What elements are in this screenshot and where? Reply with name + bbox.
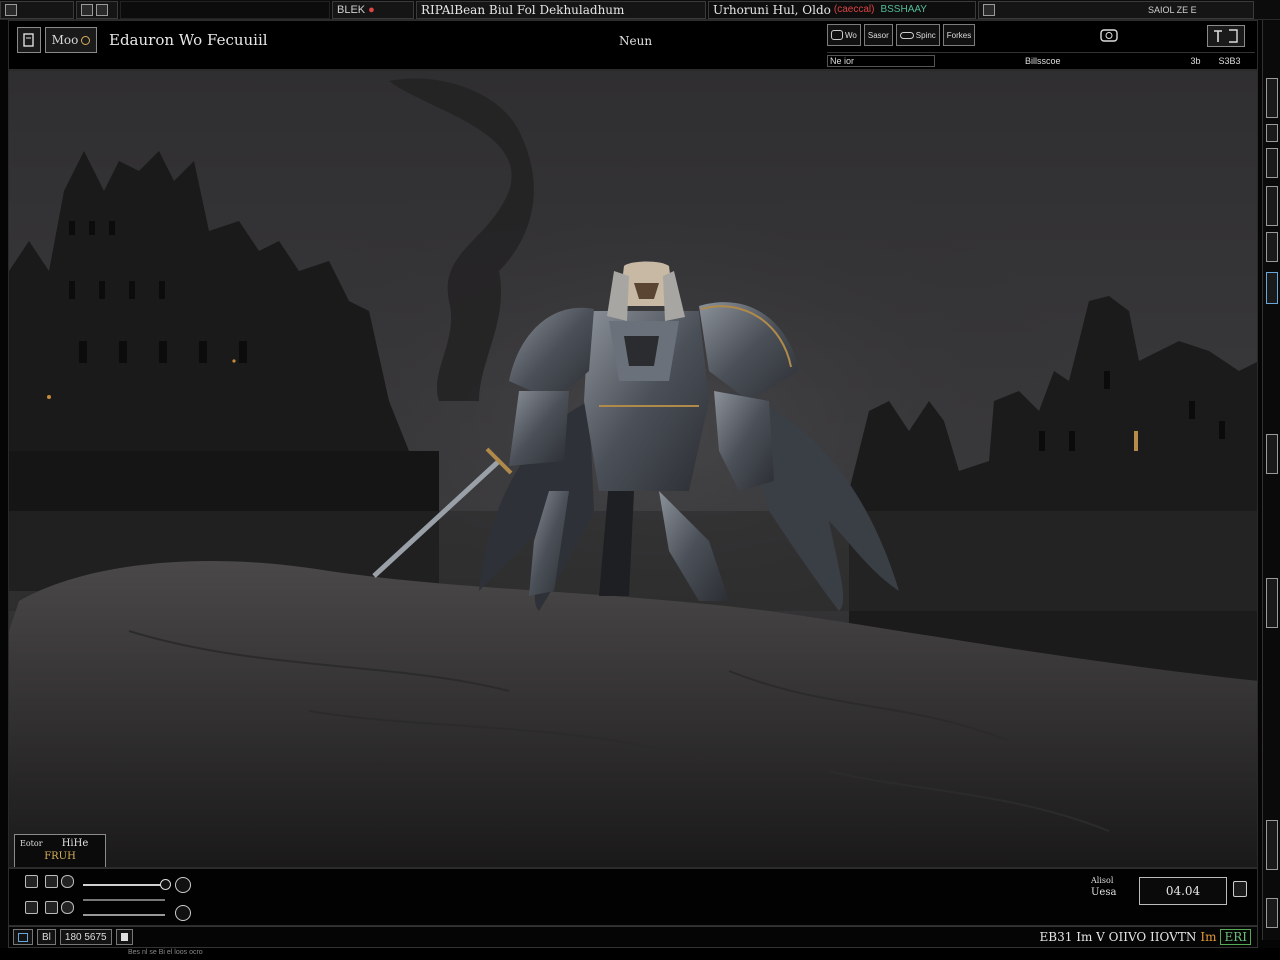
layer-toggle-4[interactable]: [25, 901, 38, 914]
window-red-tag: (caeccal): [833, 4, 875, 15]
os-taskbar: BLEK ● RIPAlBean Biul Fol Dekhuladhum Ur…: [0, 0, 1280, 20]
tool-label: Spinc: [915, 30, 936, 40]
exposure-slider[interactable]: [83, 879, 171, 890]
footer-text: Bes nl se Bi el loos ocro: [128, 949, 203, 956]
path-label: BLEK: [337, 3, 366, 16]
rail-button-9[interactable]: [1266, 820, 1278, 870]
tab-title: RIPAlBean Biul Fol Dekhuladhum: [421, 2, 625, 17]
footer-strip: Bes nl se Bi el loos ocro: [0, 948, 1280, 960]
rail-button-7[interactable]: [1266, 434, 1278, 474]
window-icon: [5, 3, 17, 16]
badge-main-label: HiHe: [61, 838, 89, 849]
tool-label: Forkes: [946, 30, 972, 40]
window-title: Urhoruni Hul, Oldo: [713, 2, 831, 17]
search-field[interactable]: Ne ior: [827, 54, 935, 67]
status-right-text: EB31 Im V OIIVO IIOVTN: [1039, 930, 1197, 944]
status-orange-tag[interactable]: Im: [1200, 930, 1216, 944]
link-icon: [899, 31, 914, 39]
header-subbar: Ne ior Billsscoe 3b S3B3: [827, 52, 1255, 68]
status-right-group: EB31 Im V OIIVO IIOVTN Im ERI: [1040, 929, 1251, 945]
playback-controls: Alisol Uesa 04.04: [8, 868, 1258, 926]
capture-button[interactable]: [1099, 25, 1119, 45]
logo-button[interactable]: Moo: [45, 27, 97, 53]
os-right-segment[interactable]: SAIOL ZE E: [978, 0, 1254, 19]
os-left-segment[interactable]: [0, 0, 74, 19]
document-icon: [23, 33, 34, 47]
os-gap: [120, 0, 330, 19]
tool-button-2[interactable]: Sasor: [863, 24, 893, 46]
status-menu-button[interactable]: [13, 929, 33, 945]
rail-button-1[interactable]: [1266, 78, 1278, 118]
window-title-segment[interactable]: Urhoruni Hul, Oldo (caeccal) BSSHAAY: [708, 0, 976, 19]
readout-label-top: Alisol: [1091, 876, 1114, 885]
status-item-a[interactable]: Bl: [37, 929, 56, 945]
tool-button-4[interactable]: Forkes: [942, 24, 976, 46]
rail-button-6[interactable]: [1266, 272, 1278, 304]
app-header: Moo Edauron Wo Fecuuiil Neun Wo Sasor Sp…: [8, 20, 1258, 70]
tool-label: Sasor: [867, 30, 889, 40]
status-item-b[interactable]: 180 5675: [59, 929, 112, 945]
status-toggle[interactable]: [115, 929, 133, 945]
rail-button-8[interactable]: [1266, 578, 1278, 628]
readout-label-bottom: Uesa: [1091, 887, 1117, 898]
export-button[interactable]: [1207, 25, 1245, 47]
home-button[interactable]: [17, 27, 41, 53]
lock-button[interactable]: [1233, 881, 1247, 897]
tool-label: Wo: [845, 30, 857, 40]
badge-sub-label: FRUH: [44, 851, 76, 862]
layer-toggle-5[interactable]: [45, 901, 58, 914]
tool-button-1[interactable]: Wo: [827, 24, 861, 46]
rail-button-10[interactable]: [1266, 898, 1278, 928]
tool-button-3[interactable]: Spinc: [895, 24, 940, 46]
app-title: Edauron Wo Fecuuiil: [109, 31, 268, 49]
lock-icon: [120, 933, 128, 941]
subbar-center-label: Billsscoe: [1025, 55, 1061, 66]
zoom-button[interactable]: [175, 905, 191, 921]
slider-knob[interactable]: [160, 879, 171, 890]
time-readout[interactable]: 04.04: [1139, 877, 1227, 905]
readout-label: Alisol Uesa: [1091, 875, 1116, 899]
settings-icon[interactable]: [96, 3, 108, 16]
layer-toggle-1[interactable]: [25, 875, 38, 888]
export-icon: [1214, 29, 1238, 43]
subbar-value-b: S3B3: [1218, 55, 1241, 66]
scene-viewport[interactable]: Eotor HiHe FRUH: [8, 70, 1258, 868]
rail-button-4[interactable]: [1266, 186, 1278, 226]
window-light: [47, 395, 51, 399]
status-green-tag[interactable]: ERI: [1220, 929, 1251, 945]
rail-button-2[interactable]: [1266, 124, 1278, 142]
camera-icon: [831, 30, 843, 40]
reset-button[interactable]: [175, 877, 191, 893]
scene-render: [9, 71, 1257, 867]
subbar-value-a: 3b: [1190, 55, 1201, 66]
record-icon: ●: [368, 3, 375, 16]
gamma-slider[interactable]: [83, 914, 165, 916]
browser-tab[interactable]: RIPAlBean Biul Fol Dekhuladhum: [416, 0, 706, 19]
contrast-slider[interactable]: [83, 899, 165, 901]
layer-toggle-6[interactable]: [61, 901, 74, 914]
status-bar: Bl 180 5675 EB31 Im V OIIVO IIOVTN Im ER…: [8, 926, 1258, 948]
tray-icon: [983, 3, 995, 16]
viewport-corner-badge[interactable]: Eotor HiHe FRUH: [14, 834, 106, 867]
camera-icon: [1100, 29, 1118, 42]
path-segment[interactable]: BLEK ●: [332, 0, 414, 19]
logo-label: Moo: [51, 33, 79, 47]
os-quick-buttons: [76, 0, 118, 19]
menu-icon: [18, 932, 28, 942]
badge-top-label: Eotor: [20, 839, 43, 848]
right-tool-rail: [1262, 20, 1280, 940]
layer-toggle-2[interactable]: [45, 875, 58, 888]
window-light: [232, 359, 236, 363]
grid-icon[interactable]: [81, 3, 93, 16]
os-right-label: SAIOL ZE E: [1148, 4, 1197, 15]
toolbar: Wo Sasor Spinc Forkes: [827, 24, 976, 46]
center-label: Neun: [619, 34, 653, 48]
window-green-tag: BSSHAAY: [880, 4, 927, 15]
rail-button-5[interactable]: [1266, 232, 1278, 262]
layer-toggle-3[interactable]: [61, 875, 74, 888]
logo-circle-icon: [81, 35, 91, 45]
window-light: [1134, 431, 1138, 451]
rail-button-3[interactable]: [1266, 148, 1278, 178]
